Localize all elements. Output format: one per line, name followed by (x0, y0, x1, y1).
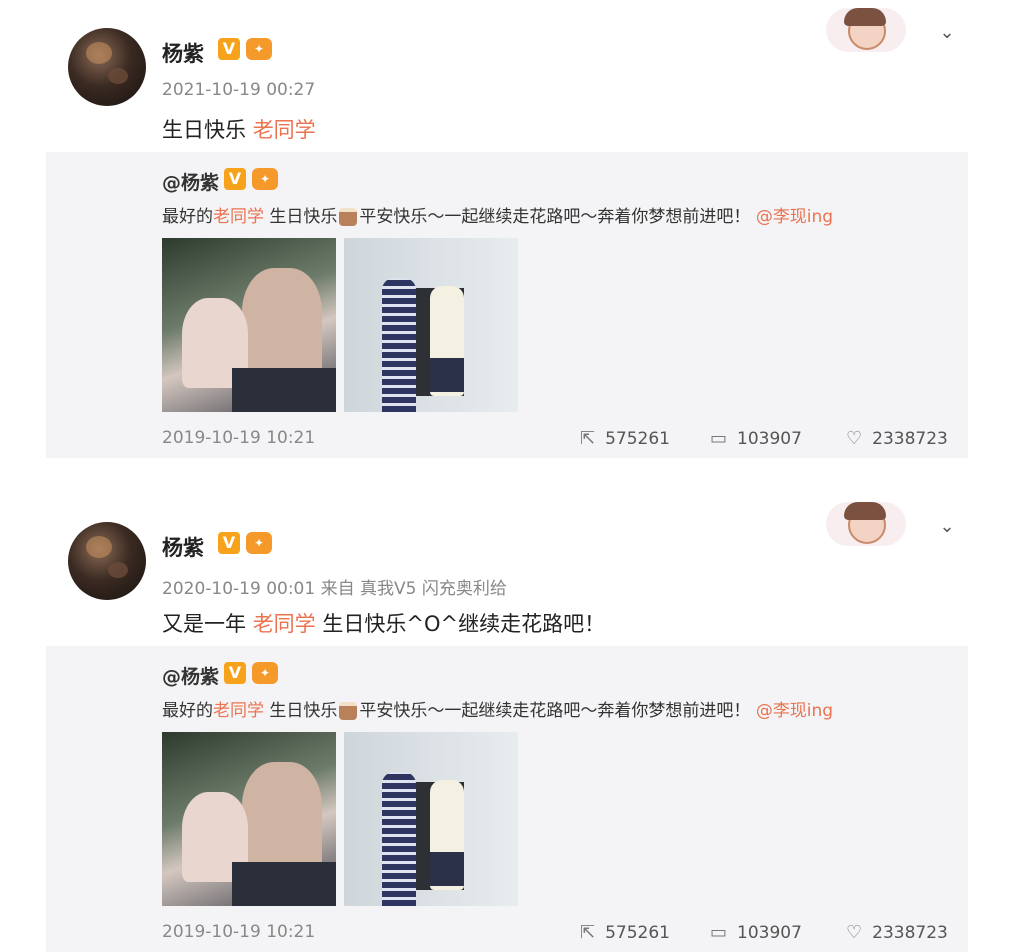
repost-photo-2[interactable] (344, 238, 518, 412)
weibo-post: 杨紫 V ✦ 2021-10-19 00:27 生日快乐 老同学 ⌄ @杨紫 V… (0, 0, 1024, 470)
comment-count[interactable]: ▭ 103907 (710, 922, 802, 943)
weibo-post: 杨紫 V ✦ 2020-10-19 00:01 来自 真我V5 闪充奥利给 又是… (0, 494, 1024, 952)
like-count-value: 2338723 (872, 429, 948, 449)
verified-badge-icon: V (224, 662, 246, 684)
chevron-down-icon[interactable]: ⌄ (936, 22, 958, 44)
level-badge-icon: ✦ (252, 662, 278, 684)
repost-icon: ⇱ (580, 922, 596, 943)
level-badge-icon: ✦ (246, 532, 272, 554)
cake-emoji-icon (339, 208, 358, 226)
hashtag-link[interactable]: 老同学 (213, 701, 264, 721)
comment-count[interactable]: ▭ 103907 (710, 428, 802, 449)
comment-icon: ▭ (710, 922, 728, 943)
like-count-value: 2338723 (872, 923, 948, 943)
author-name[interactable]: 杨紫 (162, 532, 204, 562)
author-name[interactable]: 杨紫 (162, 38, 204, 68)
like-icon: ♡ (846, 922, 863, 943)
repost-count-value: 575261 (605, 923, 670, 943)
repost-text-3: 平安快乐～一起继续走花路吧～奔着你梦想前进吧！ (359, 701, 751, 721)
repost-date: 2019-10-19 10:21 (162, 428, 316, 448)
card-decoration-sticker (826, 8, 906, 52)
content-text: 又是一年 (162, 612, 253, 636)
chevron-down-icon[interactable]: ⌄ (936, 516, 958, 538)
repost-icon: ⇱ (580, 428, 596, 449)
repost-text-1: 最好的 (162, 701, 213, 721)
repost-text-2: 生日快乐 (264, 701, 338, 721)
cake-emoji-icon (339, 702, 358, 720)
mention-link[interactable]: @李现ing (756, 207, 833, 227)
hashtag-link[interactable]: 老同学 (253, 612, 316, 636)
repost-text-3: 平安快乐～一起继续走花路吧～奔着你梦想前进吧！ (359, 207, 751, 227)
repost-count[interactable]: ⇱ 575261 (580, 428, 670, 449)
repost-photo-1[interactable] (162, 732, 336, 906)
verified-badge-icon: V (218, 532, 240, 554)
repost-text: 最好的老同学 生日快乐 平安快乐～一起继续走花路吧～奔着你梦想前进吧！ @李现in… (162, 202, 833, 227)
hashtag-link[interactable]: 老同学 (213, 207, 264, 227)
hashtag-link[interactable]: 老同学 (253, 118, 316, 142)
post-meta: 2020-10-19 00:01 来自 真我V5 闪充奥利给 (162, 579, 507, 599)
repost-photo-1[interactable] (162, 238, 336, 412)
repost-author[interactable]: @杨紫 (162, 662, 219, 689)
post-content: 生日快乐 老同学 (162, 114, 316, 144)
verified-badge-icon: V (224, 168, 246, 190)
repost-date: 2019-10-19 10:21 (162, 922, 316, 942)
content-text: 生日快乐 (162, 118, 253, 142)
comment-count-value: 103907 (737, 923, 802, 943)
like-icon: ♡ (846, 428, 863, 449)
repost-count[interactable]: ⇱ 575261 (580, 922, 670, 943)
like-count[interactable]: ♡ 2338723 (846, 922, 948, 943)
repost-count-value: 575261 (605, 429, 670, 449)
avatar[interactable] (68, 522, 146, 600)
verified-badge-icon: V (218, 38, 240, 60)
repost-text-1: 最好的 (162, 207, 213, 227)
post-meta: 2021-10-19 00:27 (162, 80, 316, 100)
level-badge-icon: ✦ (246, 38, 272, 60)
repost-text: 最好的老同学 生日快乐 平安快乐～一起继续走花路吧～奔着你梦想前进吧！ @李现in… (162, 696, 833, 721)
card-decoration-sticker (826, 502, 906, 546)
mention-link[interactable]: @李现ing (756, 701, 833, 721)
post-content: 又是一年 老同学 生日快乐^O^继续走花路吧！ (162, 608, 605, 638)
repost-card[interactable]: @杨紫 V ✦ 最好的老同学 生日快乐 平安快乐～一起继续走花路吧～奔着你梦想前进… (46, 152, 968, 458)
content-tail: 生日快乐^O^继续走花路吧！ (315, 612, 606, 636)
avatar[interactable] (68, 28, 146, 106)
repost-card[interactable]: @杨紫 V ✦ 最好的老同学 生日快乐 平安快乐～一起继续走花路吧～奔着你梦想前进… (46, 646, 968, 952)
repost-photo-2[interactable] (344, 732, 518, 906)
comment-count-value: 103907 (737, 429, 802, 449)
comment-icon: ▭ (710, 428, 728, 449)
level-badge-icon: ✦ (252, 168, 278, 190)
like-count[interactable]: ♡ 2338723 (846, 428, 948, 449)
repost-text-2: 生日快乐 (264, 207, 338, 227)
repost-author[interactable]: @杨紫 (162, 168, 219, 195)
